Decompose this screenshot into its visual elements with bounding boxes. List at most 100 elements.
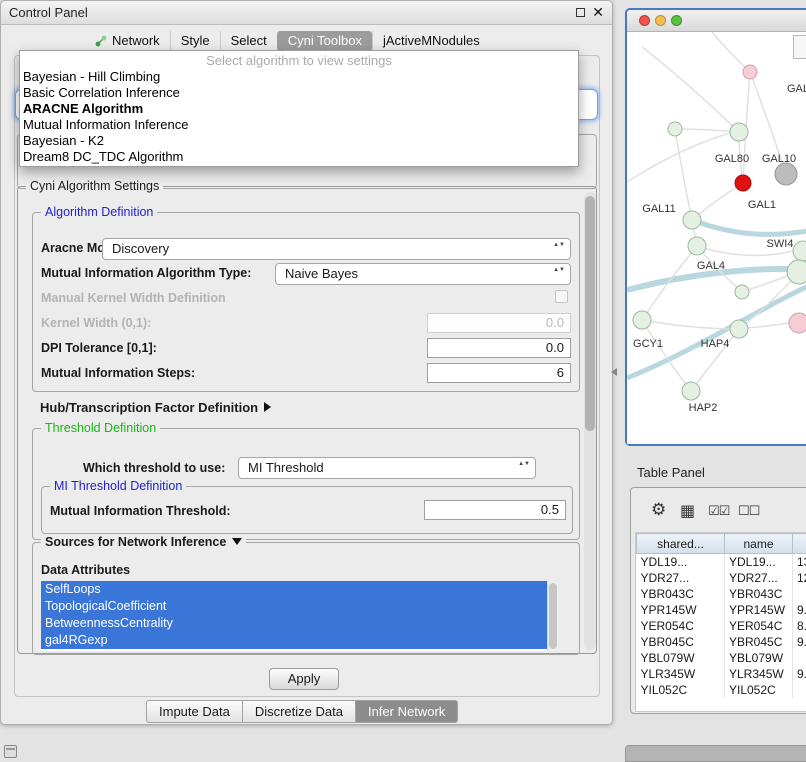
- network-node-gal10[interactable]: [775, 163, 797, 185]
- algorithm-definition-group: Algorithm Definition Aracne Mode: Discov…: [32, 212, 580, 392]
- network-node-gcy1[interactable]: [633, 311, 651, 329]
- column-header-name[interactable]: name: [725, 534, 793, 554]
- network-node[interactable]: [789, 313, 806, 333]
- columns-icon[interactable]: ▦: [680, 501, 695, 521]
- attribute-list-item[interactable]: gal4RGexp: [41, 632, 558, 649]
- which-threshold-select[interactable]: MI Threshold ▲▼: [238, 457, 536, 479]
- network-window-titlebar[interactable]: [627, 10, 806, 32]
- select-none-icon[interactable]: ☐☐: [738, 503, 759, 519]
- bottom-tabbar: Impute Data Discretize Data Infer Networ…: [147, 700, 458, 723]
- algorithm-option[interactable]: Bayesian - Hill Climbing: [20, 69, 578, 85]
- tab-cyni-toolbox[interactable]: Cyni Toolbox: [277, 31, 372, 51]
- mi-type-select[interactable]: Naive Bayes ▲▼: [275, 263, 571, 285]
- tab-impute-data[interactable]: Impute Data: [146, 700, 243, 723]
- network-node-gal11[interactable]: [683, 211, 701, 229]
- control-panel-titlebar[interactable]: Control Panel ✕: [1, 1, 612, 25]
- minimize-traffic-light-icon[interactable]: [655, 15, 666, 26]
- table-row[interactable]: YDR27...YDR27...12: [637, 570, 806, 586]
- table-row[interactable]: YPR145WYPR145W9.: [637, 602, 806, 618]
- network-node-gal4[interactable]: [688, 237, 706, 255]
- tab-select[interactable]: Select: [220, 31, 277, 51]
- sources-group-title[interactable]: Sources for Network Inference: [41, 535, 246, 549]
- panel-splitter-handle[interactable]: [611, 368, 617, 376]
- tab-discretize-data[interactable]: Discretize Data: [242, 700, 356, 723]
- select-all-icon[interactable]: ☑☑: [708, 503, 729, 519]
- close-icon[interactable]: ✕: [592, 4, 604, 21]
- mi-threshold-field[interactable]: 0.5: [424, 500, 566, 520]
- algorithm-option[interactable]: ARACNE Algorithm: [20, 101, 578, 117]
- table-cell: YER054C: [725, 618, 793, 634]
- edge: [642, 320, 730, 329]
- edge: [712, 32, 750, 72]
- edge: [675, 129, 739, 132]
- network-node-hap2[interactable]: [682, 382, 700, 400]
- tab-label: Style: [181, 33, 210, 49]
- network-scrollbar-fragment[interactable]: [793, 35, 806, 59]
- node-label: GAL80: [715, 153, 749, 165]
- network-node-hap4[interactable]: [730, 320, 748, 338]
- apply-button[interactable]: Apply: [269, 668, 339, 690]
- tab-infer-network[interactable]: Infer Network: [355, 700, 458, 723]
- table-row[interactable]: YIL052CYIL052C: [637, 682, 806, 698]
- scrollbar-thumb[interactable]: [585, 196, 595, 431]
- combo-stepper-icon: ▲▼: [518, 461, 530, 468]
- dpi-tolerance-label: DPI Tolerance [0,1]:: [41, 341, 157, 355]
- tab-jactivemnodules[interactable]: jActiveMNodules: [372, 31, 490, 51]
- table-row[interactable]: YBR043CYBR043C: [637, 586, 806, 602]
- network-node[interactable]: [743, 65, 757, 79]
- settings-scrollbar[interactable]: [584, 192, 596, 650]
- network-node[interactable]: [735, 285, 749, 299]
- table-cell: YBL079W: [637, 650, 725, 666]
- column-header-partial[interactable]: [793, 534, 806, 554]
- combo-stepper-icon: ▲▼: [553, 242, 565, 249]
- table-cell: 9.: [793, 666, 806, 682]
- data-attributes-list[interactable]: SelfLoopsTopologicalCoefficientBetweenne…: [41, 581, 558, 651]
- attribute-list-item[interactable]: TopologicalCoefficient: [41, 598, 558, 615]
- mi-steps-field[interactable]: 6: [427, 363, 571, 383]
- algorithm-option[interactable]: Dream8 DC_TDC Algorithm: [20, 149, 578, 165]
- tab-network[interactable]: Network: [85, 31, 170, 51]
- minimized-panel-icon[interactable]: [4, 745, 17, 758]
- algorithm-option[interactable]: Bayesian - K2: [20, 133, 578, 149]
- edge: [642, 320, 691, 391]
- hub-definition-expander[interactable]: Hub/Transcription Factor Definition: [40, 400, 271, 415]
- dpi-tolerance-value: 0.0: [546, 340, 564, 355]
- attribute-list-item[interactable]: SelfLoops: [41, 581, 558, 598]
- node-label: GAL10: [762, 153, 796, 165]
- scrollbar-thumb[interactable]: [549, 583, 557, 649]
- close-traffic-light-icon[interactable]: [639, 15, 650, 26]
- gear-icon[interactable]: ⚙: [651, 500, 666, 520]
- kernel-width-field[interactable]: 0.0: [427, 313, 571, 333]
- zoom-traffic-light-icon[interactable]: [671, 15, 682, 26]
- column-header-shared[interactable]: shared...: [637, 534, 725, 554]
- mi-threshold-group: MI Threshold Definition Mutual Informati…: [41, 486, 573, 534]
- algorithm-option[interactable]: Mutual Information Inference: [20, 117, 578, 133]
- network-canvas[interactable]: GAL80 GAL10 GAL11 GAL1 SWI4 GAL4 GCY1 HA…: [627, 32, 806, 444]
- table-row[interactable]: YLR345WYLR345W9.: [637, 666, 806, 682]
- attribute-list-item[interactable]: BetweennessCentrality: [41, 615, 558, 632]
- table-row[interactable]: YER054CYER054C8.: [637, 618, 806, 634]
- aracne-mode-select[interactable]: Discovery ▲▼: [102, 238, 571, 260]
- kernel-width-value: 0.0: [546, 315, 564, 330]
- which-threshold-label: Which threshold to use:: [83, 461, 225, 475]
- network-node[interactable]: [787, 260, 806, 284]
- tab-style[interactable]: Style: [170, 31, 220, 51]
- table-row[interactable]: YBR045CYBR045C9.: [637, 634, 806, 650]
- tab-label: Cyni Toolbox: [288, 33, 362, 49]
- network-node-gal1[interactable]: [735, 175, 751, 191]
- network-node-gal80[interactable]: [730, 123, 748, 141]
- attribute-list-scrollbar[interactable]: [547, 581, 558, 651]
- table-cell: YDL19...: [725, 554, 793, 570]
- mi-threshold-group-title: MI Threshold Definition: [50, 479, 186, 493]
- float-window-icon[interactable]: [576, 8, 585, 17]
- dpi-tolerance-field[interactable]: 0.0: [427, 338, 571, 358]
- table-cell: YIL052C: [725, 682, 793, 698]
- table-row[interactable]: YDL19...YDL19...13: [637, 554, 806, 570]
- network-node[interactable]: [668, 122, 682, 136]
- algorithm-option[interactable]: Basic Correlation Inference: [20, 85, 578, 101]
- table-row[interactable]: YBL079WYBL079W: [637, 650, 806, 666]
- node-table: shared... name YDL19...YDL19...13YDR27..…: [635, 532, 806, 712]
- network-node-swi4[interactable]: [793, 241, 806, 261]
- manual-kernel-checkbox[interactable]: [555, 290, 568, 303]
- table-cell: YLR345W: [637, 666, 725, 682]
